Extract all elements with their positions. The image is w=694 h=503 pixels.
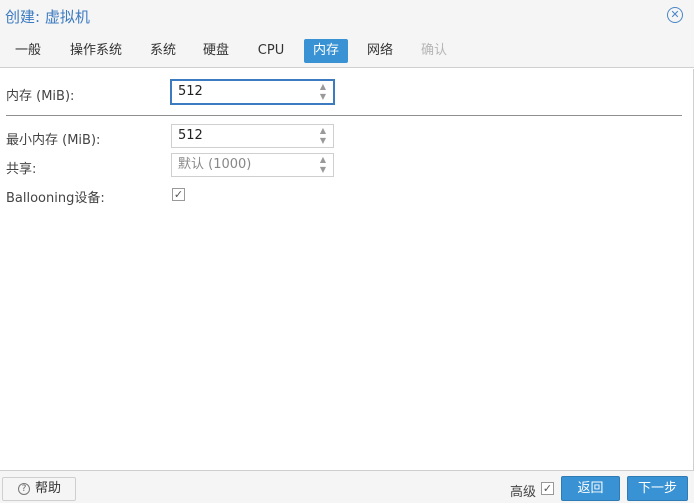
shares-input[interactable]: 默认 (1000) ▲ ▼ <box>171 153 334 177</box>
chevron-up-icon[interactable]: ▲ <box>318 155 328 165</box>
ballooning-checkbox[interactable]: ✓ <box>172 188 185 201</box>
shares-label: 共享: <box>6 162 37 177</box>
min-memory-value: 512 <box>178 128 203 143</box>
tab-system[interactable]: 系统 <box>143 39 183 63</box>
close-icon[interactable]: ✕ <box>667 7 683 23</box>
wizard-tabs: 一般 操作系统 系统 硬盘 CPU 内存 网络 确认 <box>0 34 694 68</box>
dialog-footer: ? 帮助 高级 ✓ 返回 下一步 <box>0 470 694 503</box>
shares-placeholder: 默认 (1000) <box>178 157 252 172</box>
memory-spinner[interactable]: ▲ ▼ <box>318 82 328 102</box>
chevron-up-icon[interactable]: ▲ <box>318 126 328 136</box>
back-button[interactable]: 返回 <box>561 476 620 501</box>
section-divider <box>6 115 682 116</box>
next-button[interactable]: 下一步 <box>627 476 688 501</box>
tab-memory[interactable]: 内存 <box>304 39 348 63</box>
tab-disk[interactable]: 硬盘 <box>196 39 236 63</box>
min-memory-label: 最小内存 (MiB): <box>6 133 101 148</box>
ballooning-label: Ballooning设备: <box>6 191 105 206</box>
dialog-title: 创建: 虚拟机 <box>5 8 90 26</box>
memory-value: 512 <box>178 84 203 99</box>
advanced-checkbox[interactable]: ✓ <box>541 482 554 495</box>
help-icon: ? <box>18 483 30 495</box>
advanced-label: 高级 <box>510 485 537 500</box>
memory-label: 内存 (MiB): <box>6 89 75 104</box>
min-memory-input[interactable]: 512 ▲ ▼ <box>171 124 334 148</box>
chevron-up-icon[interactable]: ▲ <box>318 82 328 92</box>
tab-cpu[interactable]: CPU <box>250 39 292 63</box>
help-button[interactable]: ? 帮助 <box>2 477 76 501</box>
min-memory-spinner[interactable]: ▲ ▼ <box>318 126 328 146</box>
tab-os[interactable]: 操作系统 <box>62 39 130 63</box>
chevron-down-icon[interactable]: ▼ <box>318 92 328 102</box>
shares-spinner[interactable]: ▲ ▼ <box>318 155 328 175</box>
create-vm-dialog: 创建: 虚拟机 ✕ 一般 操作系统 系统 硬盘 CPU 内存 网络 确认 内存 … <box>0 0 694 503</box>
memory-input[interactable]: 512 ▲ ▼ <box>171 80 334 104</box>
help-button-label: 帮助 <box>35 481 62 496</box>
tab-network[interactable]: 网络 <box>359 39 401 63</box>
tab-confirm: 确认 <box>420 43 447 58</box>
memory-panel: 内存 (MiB): 512 ▲ ▼ 最小内存 (MiB): 512 ▲ ▼ 共享… <box>0 69 694 470</box>
dialog-titlebar: 创建: 虚拟机 ✕ <box>0 0 694 34</box>
tab-general[interactable]: 一般 <box>7 39 49 63</box>
chevron-down-icon[interactable]: ▼ <box>318 165 328 175</box>
chevron-down-icon[interactable]: ▼ <box>318 136 328 146</box>
